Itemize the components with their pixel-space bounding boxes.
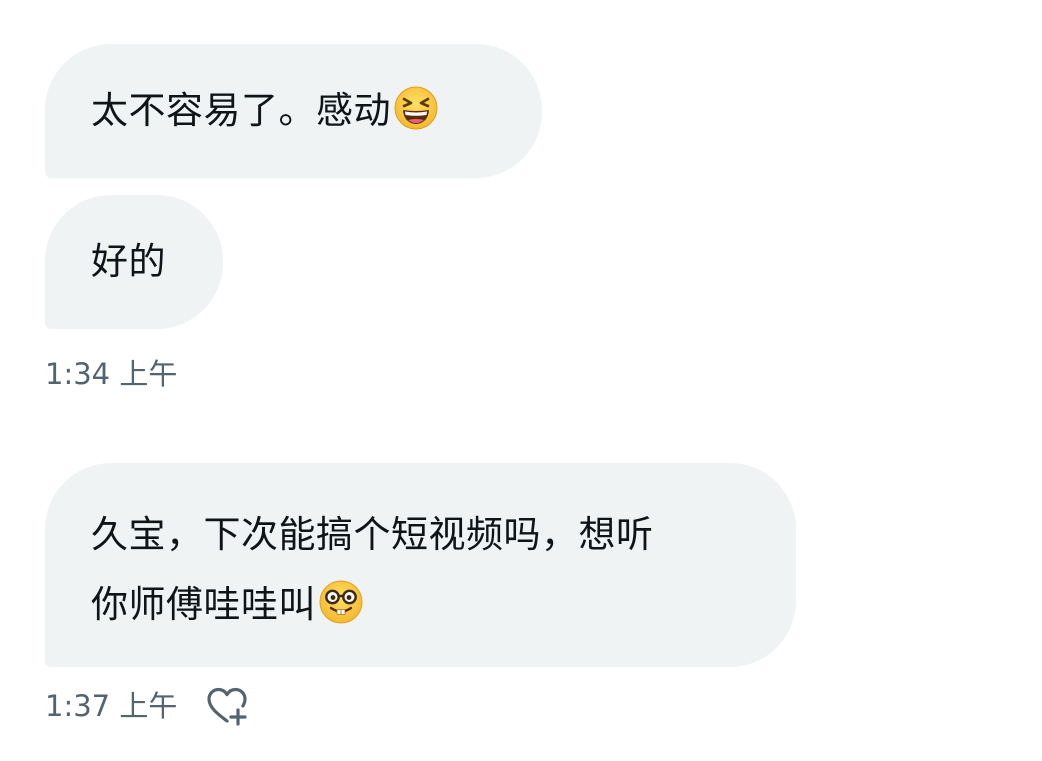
message-text-line: 久宝，下次能搞个短视频吗，想听 bbox=[91, 513, 654, 556]
message-bubble[interactable]: 久宝，下次能搞个短视频吗，想听 你师傅哇哇叫 bbox=[45, 463, 796, 667]
timestamp-text: 1:34 上午 bbox=[45, 357, 178, 391]
grinning-squinting-face-icon bbox=[393, 85, 439, 131]
message-text-line: 你师傅哇哇叫 bbox=[91, 583, 316, 626]
message-text: 太不容易了。感动 bbox=[91, 89, 391, 132]
message-bubble[interactable]: 太不容易了。感动 bbox=[45, 44, 542, 178]
message-timestamp: 1:34 上午 bbox=[45, 357, 177, 391]
message-timestamp: 1:37 上午 bbox=[45, 686, 249, 726]
message-text: 好的 bbox=[91, 240, 166, 283]
timestamp-text: 1:37 上午 bbox=[45, 689, 178, 723]
add-reaction-heart-icon[interactable] bbox=[205, 686, 249, 726]
nerd-face-icon bbox=[318, 579, 364, 625]
message-bubble[interactable]: 好的 bbox=[45, 195, 223, 329]
